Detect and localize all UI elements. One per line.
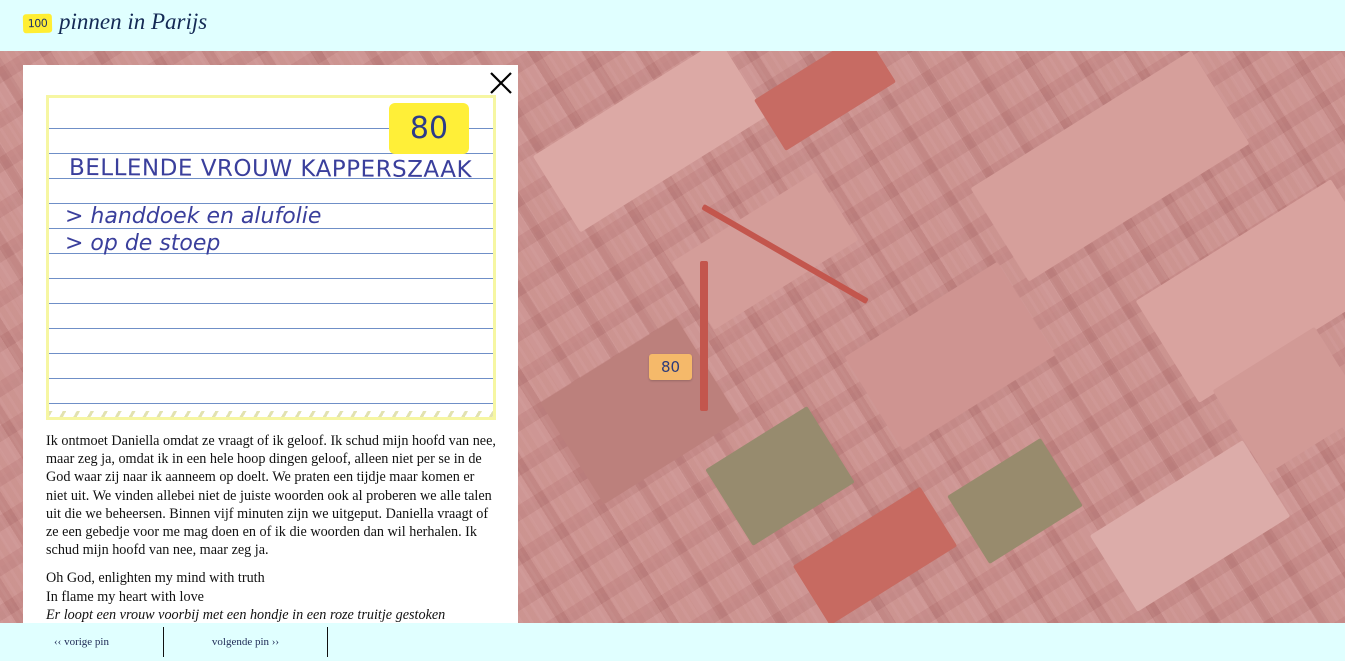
pin-detail-panel: 80 BELLENDE VROUW KAPPERSZAAK > handdoek… bbox=[23, 65, 518, 623]
handwritten-note-card: 80 BELLENDE VROUW KAPPERSZAAK > handdoek… bbox=[46, 95, 496, 420]
poem-italic-line: Er loopt een vrouw voorbij met een hondj… bbox=[46, 606, 446, 623]
site-title[interactable]: pinnen in Parijs bbox=[59, 9, 207, 35]
next-pin-button[interactable]: volgende pin ›› bbox=[164, 627, 328, 657]
poem-line: In flame my heart with love bbox=[46, 588, 204, 605]
note-line: > op de stoep bbox=[65, 231, 221, 256]
close-button[interactable] bbox=[488, 70, 514, 96]
note-number-sticker: 80 bbox=[389, 103, 469, 154]
site-logo-badge[interactable]: 100 bbox=[22, 13, 53, 34]
previous-pin-button[interactable]: ‹‹ vorige pin bbox=[0, 627, 164, 657]
pin-navigation-footer: ‹‹ vorige pin volgende pin ›› bbox=[0, 623, 1345, 661]
note-line: > handdoek en alufolie bbox=[65, 204, 322, 229]
map-pin-80[interactable]: 80 bbox=[649, 354, 692, 380]
poem: Oh God, enlighten my mind with truth In … bbox=[46, 569, 498, 623]
poem-line: Oh God, enlighten my mind with truth bbox=[46, 570, 265, 587]
story-paragraph: Ik ontmoet Daniella omdat ze vraagt of i… bbox=[46, 433, 496, 559]
note-heading: BELLENDE VROUW KAPPERSZAAK bbox=[68, 154, 473, 184]
site-header: 100 pinnen in Parijs bbox=[0, 0, 1345, 51]
close-x-icon bbox=[490, 72, 512, 94]
pin-story: Ik ontmoet Daniella omdat ze vraagt of i… bbox=[46, 432, 498, 623]
